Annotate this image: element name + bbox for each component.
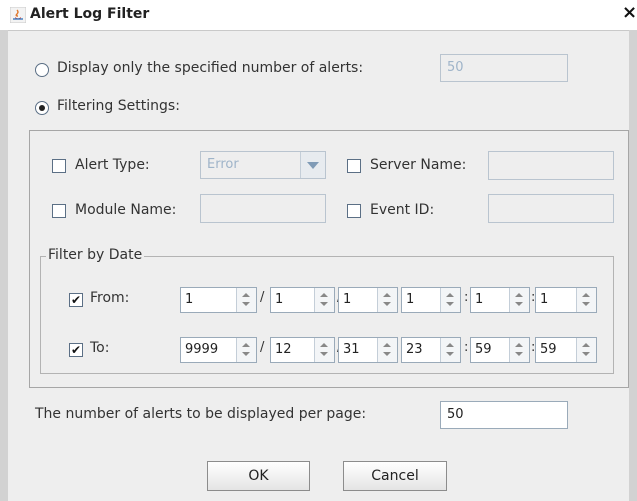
to-label: To: — [90, 340, 110, 356]
per-page-label: The number of alerts to be displayed per… — [35, 406, 367, 422]
display-count-field[interactable]: 50 — [440, 54, 568, 82]
chevron-up-icon[interactable] — [242, 343, 250, 347]
chevron-down-icon[interactable] — [242, 302, 250, 306]
spinner-buttons[interactable] — [377, 338, 397, 362]
window-title: Alert Log Filter — [30, 6, 150, 22]
spinner-buttons[interactable] — [509, 288, 529, 312]
from-hour-value: 1 — [406, 292, 415, 307]
to-second-spinner[interactable]: 59 — [535, 337, 597, 363]
from-hour-spinner[interactable]: 1 — [401, 287, 461, 313]
chevron-down-icon[interactable] — [582, 352, 590, 356]
from-year-value: 1 — [185, 292, 194, 307]
chevron-down-icon[interactable] — [320, 302, 328, 306]
to-year-value: 9999 — [185, 342, 219, 357]
alert-type-checkbox[interactable] — [52, 159, 66, 173]
to-month-value: 12 — [275, 342, 292, 357]
server-name-checkbox[interactable] — [347, 159, 361, 173]
from-checkbox[interactable]: ✔ — [69, 293, 83, 307]
chevron-down-icon[interactable] — [300, 152, 325, 178]
chevron-down-icon[interactable] — [383, 352, 391, 356]
chevron-down-icon[interactable] — [446, 302, 454, 306]
display-count-radio[interactable] — [35, 63, 49, 77]
from-second-value: 1 — [540, 292, 549, 307]
event-id-field[interactable] — [488, 194, 614, 223]
alert-type-value: Error — [207, 157, 239, 172]
from-minute-value: 1 — [475, 292, 484, 307]
chevron-down-icon[interactable] — [242, 352, 250, 356]
chevron-down-icon[interactable] — [383, 302, 391, 306]
to-minute-value: 59 — [475, 342, 492, 357]
chevron-up-icon[interactable] — [446, 293, 454, 297]
from-month-value: 1 — [275, 292, 284, 307]
spinner-buttons[interactable] — [576, 338, 596, 362]
per-page-field[interactable]: 50 — [440, 401, 568, 429]
to-second-value: 59 — [540, 342, 557, 357]
date-separator: / — [260, 290, 265, 305]
spinner-buttons[interactable] — [236, 288, 256, 312]
spinner-buttons[interactable] — [236, 338, 256, 362]
chevron-up-icon[interactable] — [515, 343, 523, 347]
chevron-up-icon[interactable] — [320, 343, 328, 347]
from-second-spinner[interactable]: 1 — [535, 287, 597, 313]
to-day-value: 31 — [343, 342, 360, 357]
from-day-spinner[interactable]: 1 — [338, 287, 398, 313]
filter-by-date-legend: Filter by Date — [46, 247, 145, 263]
filtering-settings-label: Filtering Settings: — [57, 98, 180, 114]
to-checkbox[interactable]: ✔ — [69, 343, 83, 357]
window-frame-left — [0, 30, 8, 501]
to-hour-value: 23 — [406, 342, 423, 357]
alert-type-label: Alert Type: — [75, 157, 150, 173]
server-name-field[interactable] — [488, 151, 614, 180]
spinner-buttons[interactable] — [509, 338, 529, 362]
chevron-up-icon[interactable] — [446, 343, 454, 347]
time-separator: : — [464, 290, 469, 305]
module-name-label: Module Name: — [75, 202, 177, 218]
date-separator: / — [260, 340, 265, 355]
chevron-up-icon[interactable] — [320, 293, 328, 297]
chevron-up-icon[interactable] — [383, 343, 391, 347]
close-icon[interactable]: × — [622, 4, 637, 22]
ok-button[interactable]: OK — [207, 461, 310, 491]
chevron-up-icon[interactable] — [242, 293, 250, 297]
display-count-label: Display only the specified number of ale… — [57, 60, 364, 76]
chevron-down-icon[interactable] — [515, 302, 523, 306]
to-month-spinner[interactable]: 12 — [270, 337, 335, 363]
chevron-down-icon[interactable] — [515, 352, 523, 356]
chevron-down-icon[interactable] — [320, 352, 328, 356]
spinner-buttons[interactable] — [440, 288, 460, 312]
chevron-up-icon[interactable] — [582, 343, 590, 347]
time-separator: : — [464, 340, 469, 355]
cancel-button[interactable]: Cancel — [343, 461, 447, 491]
event-id-checkbox[interactable] — [347, 204, 361, 218]
filtering-settings-radio[interactable] — [35, 101, 49, 115]
spinner-buttons[interactable] — [440, 338, 460, 362]
java-icon — [10, 7, 26, 23]
from-day-value: 1 — [343, 292, 352, 307]
chevron-down-icon[interactable] — [582, 302, 590, 306]
server-name-label: Server Name: — [370, 157, 467, 173]
chevron-up-icon[interactable] — [383, 293, 391, 297]
from-year-spinner[interactable]: 1 — [180, 287, 257, 313]
to-day-spinner[interactable]: 31 — [338, 337, 398, 363]
from-label: From: — [90, 290, 130, 306]
to-year-spinner[interactable]: 9999 — [180, 337, 257, 363]
module-name-field[interactable] — [200, 194, 326, 223]
window-frame-right — [629, 30, 637, 501]
chevron-up-icon[interactable] — [515, 293, 523, 297]
to-hour-spinner[interactable]: 23 — [401, 337, 461, 363]
spinner-buttons[interactable] — [576, 288, 596, 312]
to-minute-spinner[interactable]: 59 — [470, 337, 530, 363]
alert-type-select[interactable]: Error — [200, 151, 326, 179]
spinner-buttons[interactable] — [314, 288, 334, 312]
module-name-checkbox[interactable] — [52, 204, 66, 218]
chevron-up-icon[interactable] — [582, 293, 590, 297]
spinner-buttons[interactable] — [314, 338, 334, 362]
spinner-buttons[interactable] — [377, 288, 397, 312]
from-minute-spinner[interactable]: 1 — [470, 287, 530, 313]
from-month-spinner[interactable]: 1 — [270, 287, 335, 313]
chevron-down-icon[interactable] — [446, 352, 454, 356]
event-id-label: Event ID: — [370, 202, 435, 218]
